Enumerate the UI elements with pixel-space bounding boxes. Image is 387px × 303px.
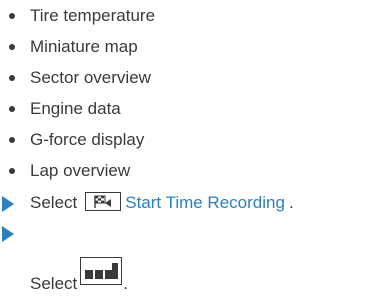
- feature-list: Tire temperature Miniature map Sector ov…: [0, 0, 155, 186]
- step-arrow-icon: [2, 226, 14, 242]
- bullet-icon: [9, 106, 15, 112]
- list-item: Engine data: [0, 93, 155, 124]
- bullet-icon: [9, 13, 15, 19]
- list-item: Lap overview: [0, 155, 155, 186]
- step-verb: Select: [30, 274, 78, 293]
- bullet-icon: [9, 44, 15, 50]
- flag-timer-icon: [85, 192, 122, 212]
- start-time-recording-link[interactable]: Start Time Recording: [125, 193, 285, 212]
- list-item: G-force display: [0, 124, 155, 155]
- bullet-icon: [9, 75, 15, 81]
- list-item: Miniature map: [0, 31, 155, 62]
- list-item: Sector overview: [0, 62, 155, 93]
- bullet-icon: [9, 168, 15, 174]
- list-item: Tire temperature: [0, 0, 155, 31]
- bullet-icon: [9, 137, 15, 143]
- step-arrow-icon: [2, 196, 14, 212]
- layout-blocks-icon[interactable]: [80, 257, 122, 285]
- step-verb: Select: [30, 193, 78, 212]
